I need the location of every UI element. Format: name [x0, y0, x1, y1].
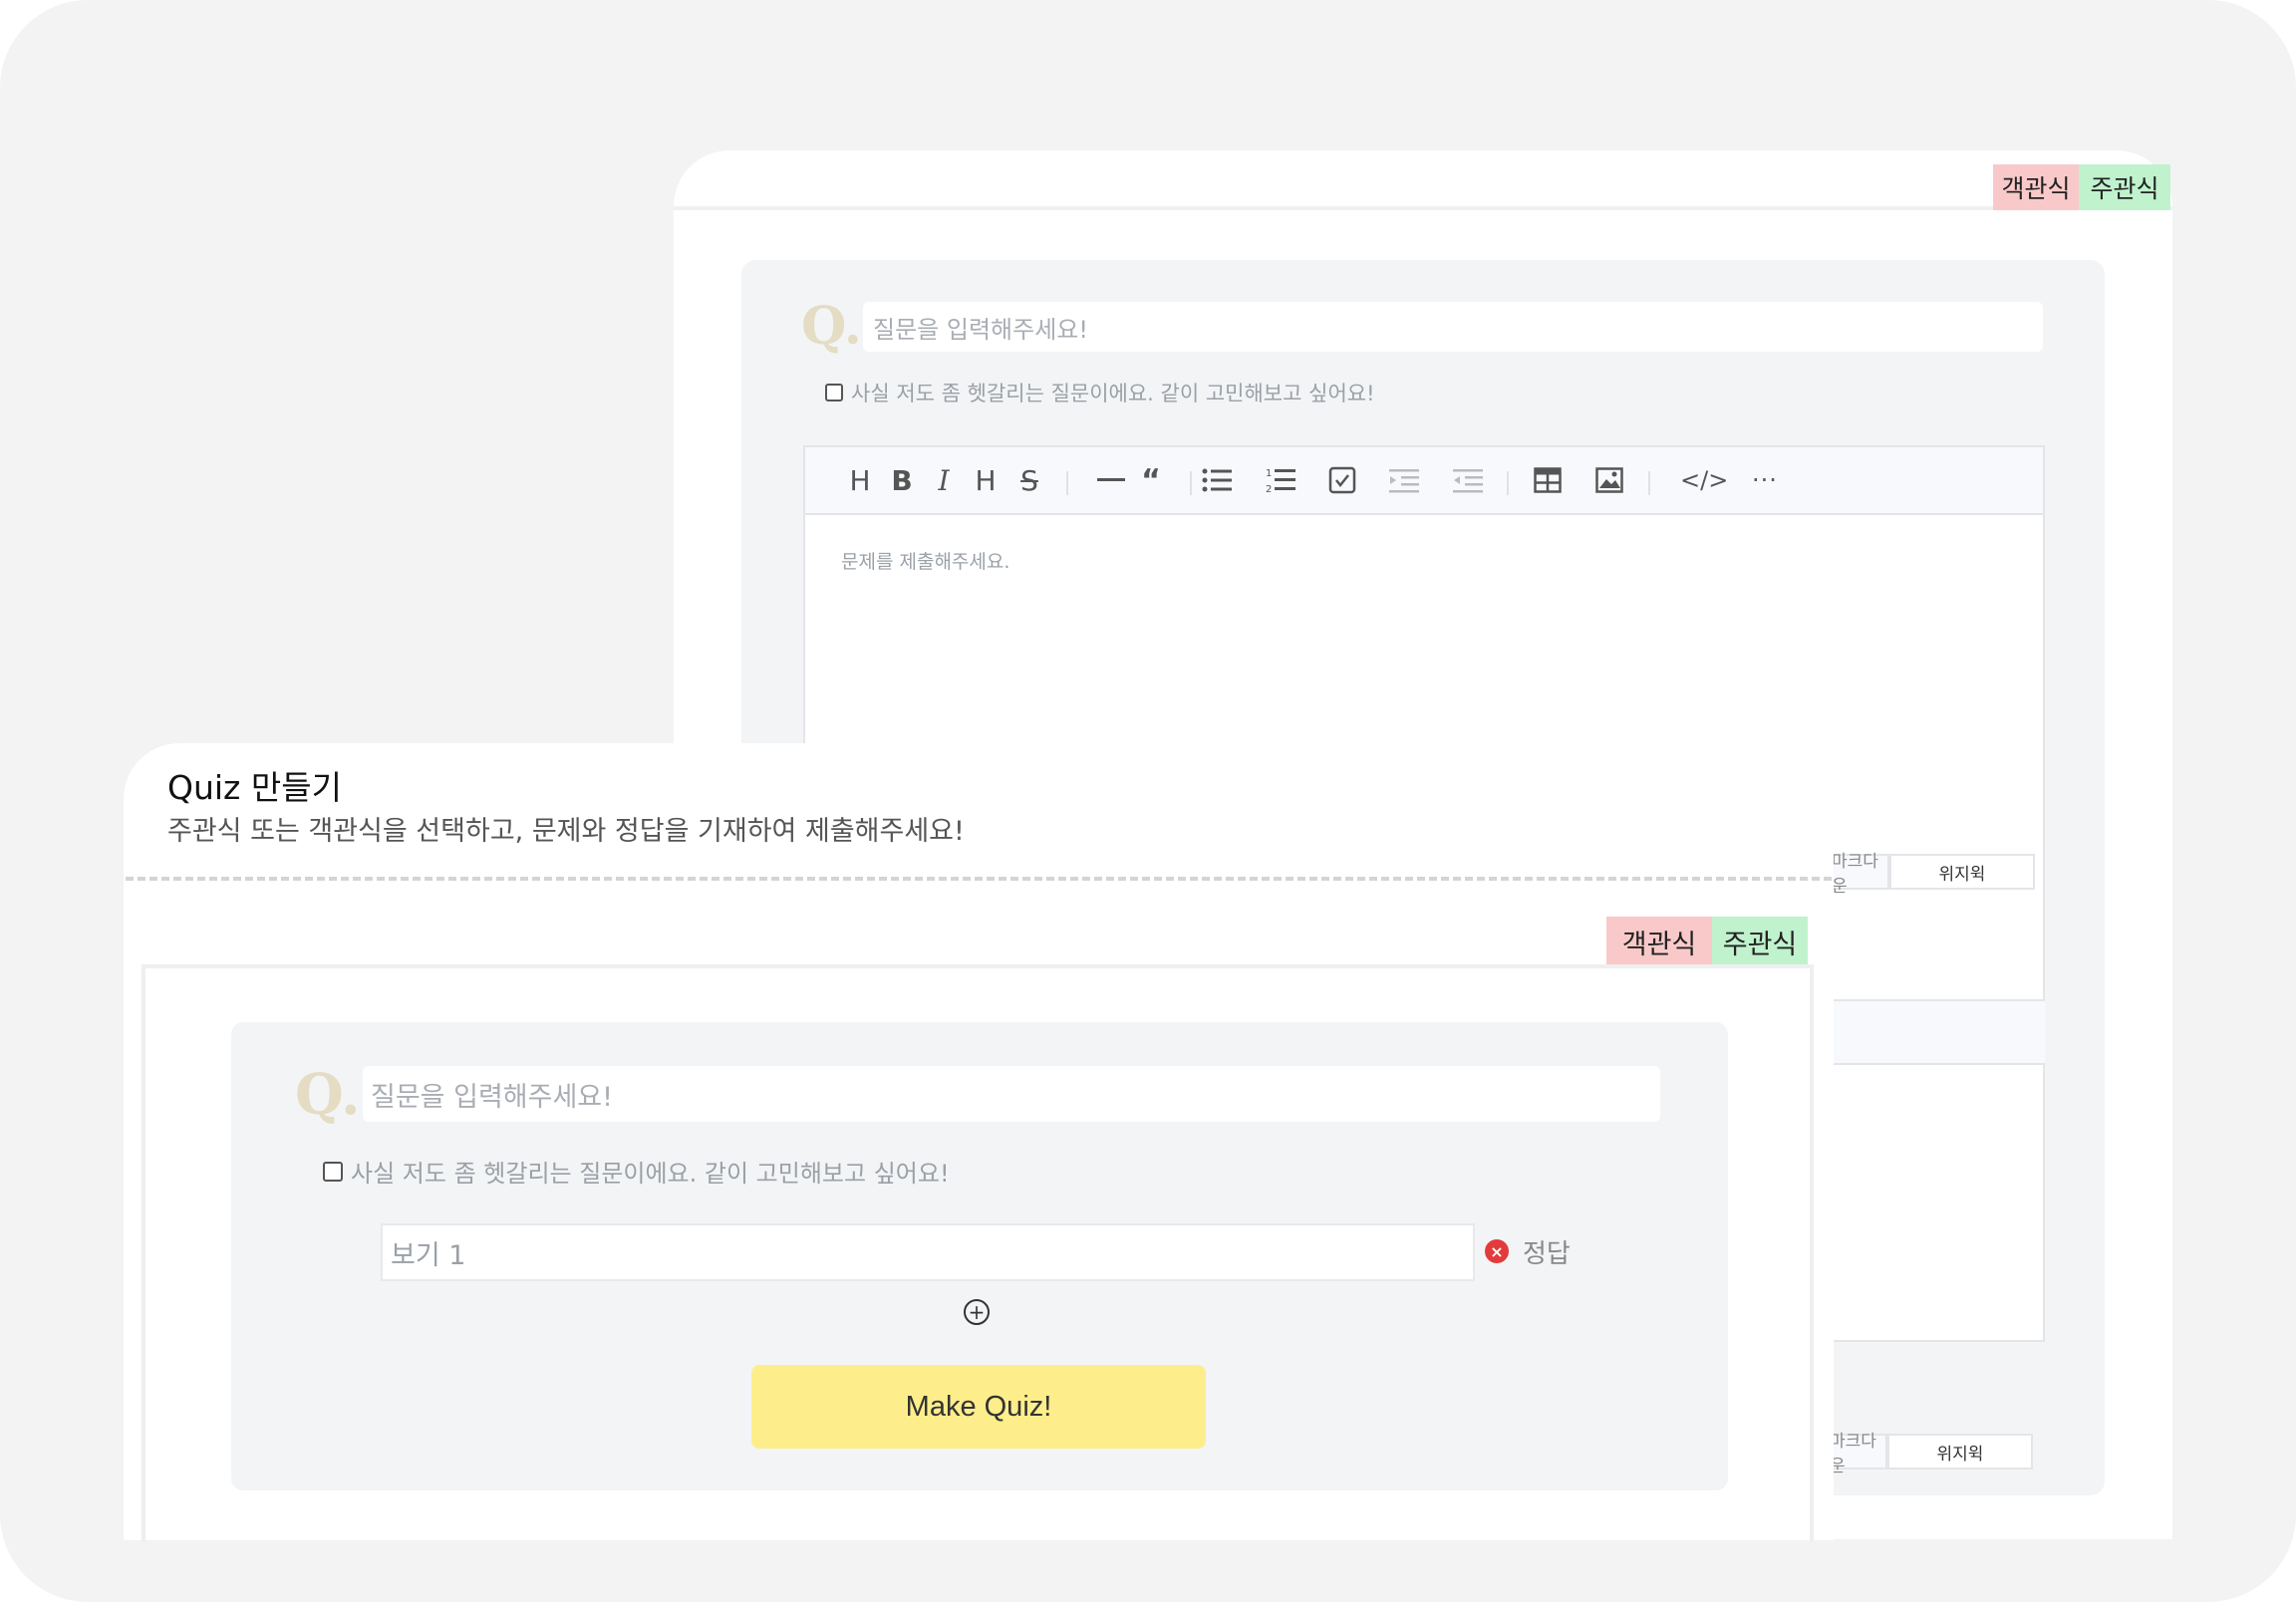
heading-alt-icon[interactable]: H [969, 463, 1003, 497]
markdown-mode-button[interactable]: 마크다운 [1830, 852, 1889, 897]
wysiwyg-mode-button[interactable]: 위지윅 [1887, 1434, 2033, 1469]
image-icon[interactable] [1592, 463, 1626, 497]
question-input[interactable]: 질문을 입력해주세요! [363, 1066, 1660, 1122]
markdown-mode-label: 마크다운 [1830, 1432, 1876, 1476]
toolbar-separator [1066, 471, 1068, 495]
markdown-mode-label: 마크다운 [1832, 852, 1878, 897]
app-frame: 객관식 주관식 Q. 질문을 입력해주세요! 사실 저도 좀 헷갈리는 질문이에… [0, 0, 2296, 1602]
bold-icon[interactable]: B [885, 463, 919, 497]
confused-label: 사실 저도 좀 헷갈리는 질문이에요. 같이 고민해보고 싶어요! [851, 382, 1375, 405]
svg-text:2: 2 [1266, 484, 1272, 494]
quiz-type-tabs: 객관식 주관식 [1606, 917, 1808, 966]
strike-icon[interactable]: S [1012, 463, 1046, 497]
back-window-header [674, 150, 2172, 210]
heading-icon[interactable]: H [843, 463, 877, 497]
confused-checkbox[interactable] [323, 1161, 343, 1182]
quiz-maker-window: Quiz 만들기 주관식 또는 객관식을 선택하고, 문제와 정답을 기재하여 … [124, 743, 1834, 1542]
ordered-list-icon[interactable]: 12 [1264, 463, 1297, 497]
back-type-tabs: 객관식 주관식 [1993, 164, 2170, 210]
table-icon[interactable] [1531, 463, 1565, 497]
toolbar-separator [1190, 471, 1192, 495]
confused-checkbox-row[interactable]: 사실 저도 좀 헷갈리는 질문이에요. 같이 고민해보고 싶어요! [323, 1154, 950, 1189]
indent-icon[interactable] [1387, 463, 1421, 497]
more-icon[interactable]: ··· [1748, 463, 1782, 497]
italic-icon[interactable]: I [927, 463, 961, 497]
confused-checkbox-row[interactable]: 사실 저도 좀 헷갈리는 질문이에요. 같이 고민해보고 싶어요! [825, 378, 1375, 407]
page-subtitle: 주관식 또는 객관식을 선택하고, 문제와 정답을 기재하여 제출해주세요! [167, 816, 965, 847]
make-quiz-button[interactable]: Make Quiz! [751, 1365, 1206, 1449]
bullet-list-icon[interactable] [1200, 463, 1234, 497]
task-list-icon[interactable] [1325, 463, 1359, 497]
question-q-icon: Q. [295, 1062, 361, 1128]
outdent-icon[interactable] [1451, 463, 1485, 497]
option-input[interactable]: 보기 1 [381, 1223, 1475, 1281]
question-card: Q. 질문을 입력해주세요! 사실 저도 좀 헷갈리는 질문이에요. 같이 고민… [231, 1022, 1728, 1490]
page-title: Quiz 만들기 [167, 768, 342, 807]
tab-multiple-choice[interactable]: 객관식 [1606, 917, 1712, 966]
question-q-icon: Q. [801, 296, 862, 357]
toolbar-separator [1648, 471, 1650, 495]
tab-short-answer[interactable]: 주관식 [2079, 164, 2170, 210]
code-icon[interactable]: </> [1680, 463, 1728, 497]
tab-multiple-choice[interactable]: 객관식 [1993, 164, 2079, 210]
editor-toolbar: H B I H S “ 12 </> ··· [805, 447, 2043, 515]
confused-label: 사실 저도 좀 헷갈리는 질문이에요. 같이 고민해보고 싶어요! [351, 1160, 950, 1188]
svg-text:1: 1 [1266, 468, 1272, 479]
wysiwyg-mode-button[interactable]: 위지윅 [1889, 854, 2035, 890]
question-input[interactable]: 질문을 입력해주세요! [863, 302, 2043, 352]
add-option-icon[interactable]: + [964, 1299, 990, 1325]
markdown-mode-button[interactable]: 마크다운 [1828, 1432, 1887, 1476]
editor-placeholder: 문제를 제출해주세요. [841, 551, 1010, 573]
answer-label[interactable]: 정답 [1523, 1233, 1571, 1270]
confused-checkbox[interactable] [825, 384, 843, 401]
delete-option-icon[interactable]: × [1485, 1239, 1509, 1263]
dashed-divider [126, 877, 1832, 881]
quote-icon[interactable]: “ [1134, 463, 1168, 498]
hr-icon[interactable] [1094, 463, 1128, 497]
toolbar-separator [1507, 471, 1509, 495]
tab-short-answer[interactable]: 주관식 [1712, 917, 1808, 966]
